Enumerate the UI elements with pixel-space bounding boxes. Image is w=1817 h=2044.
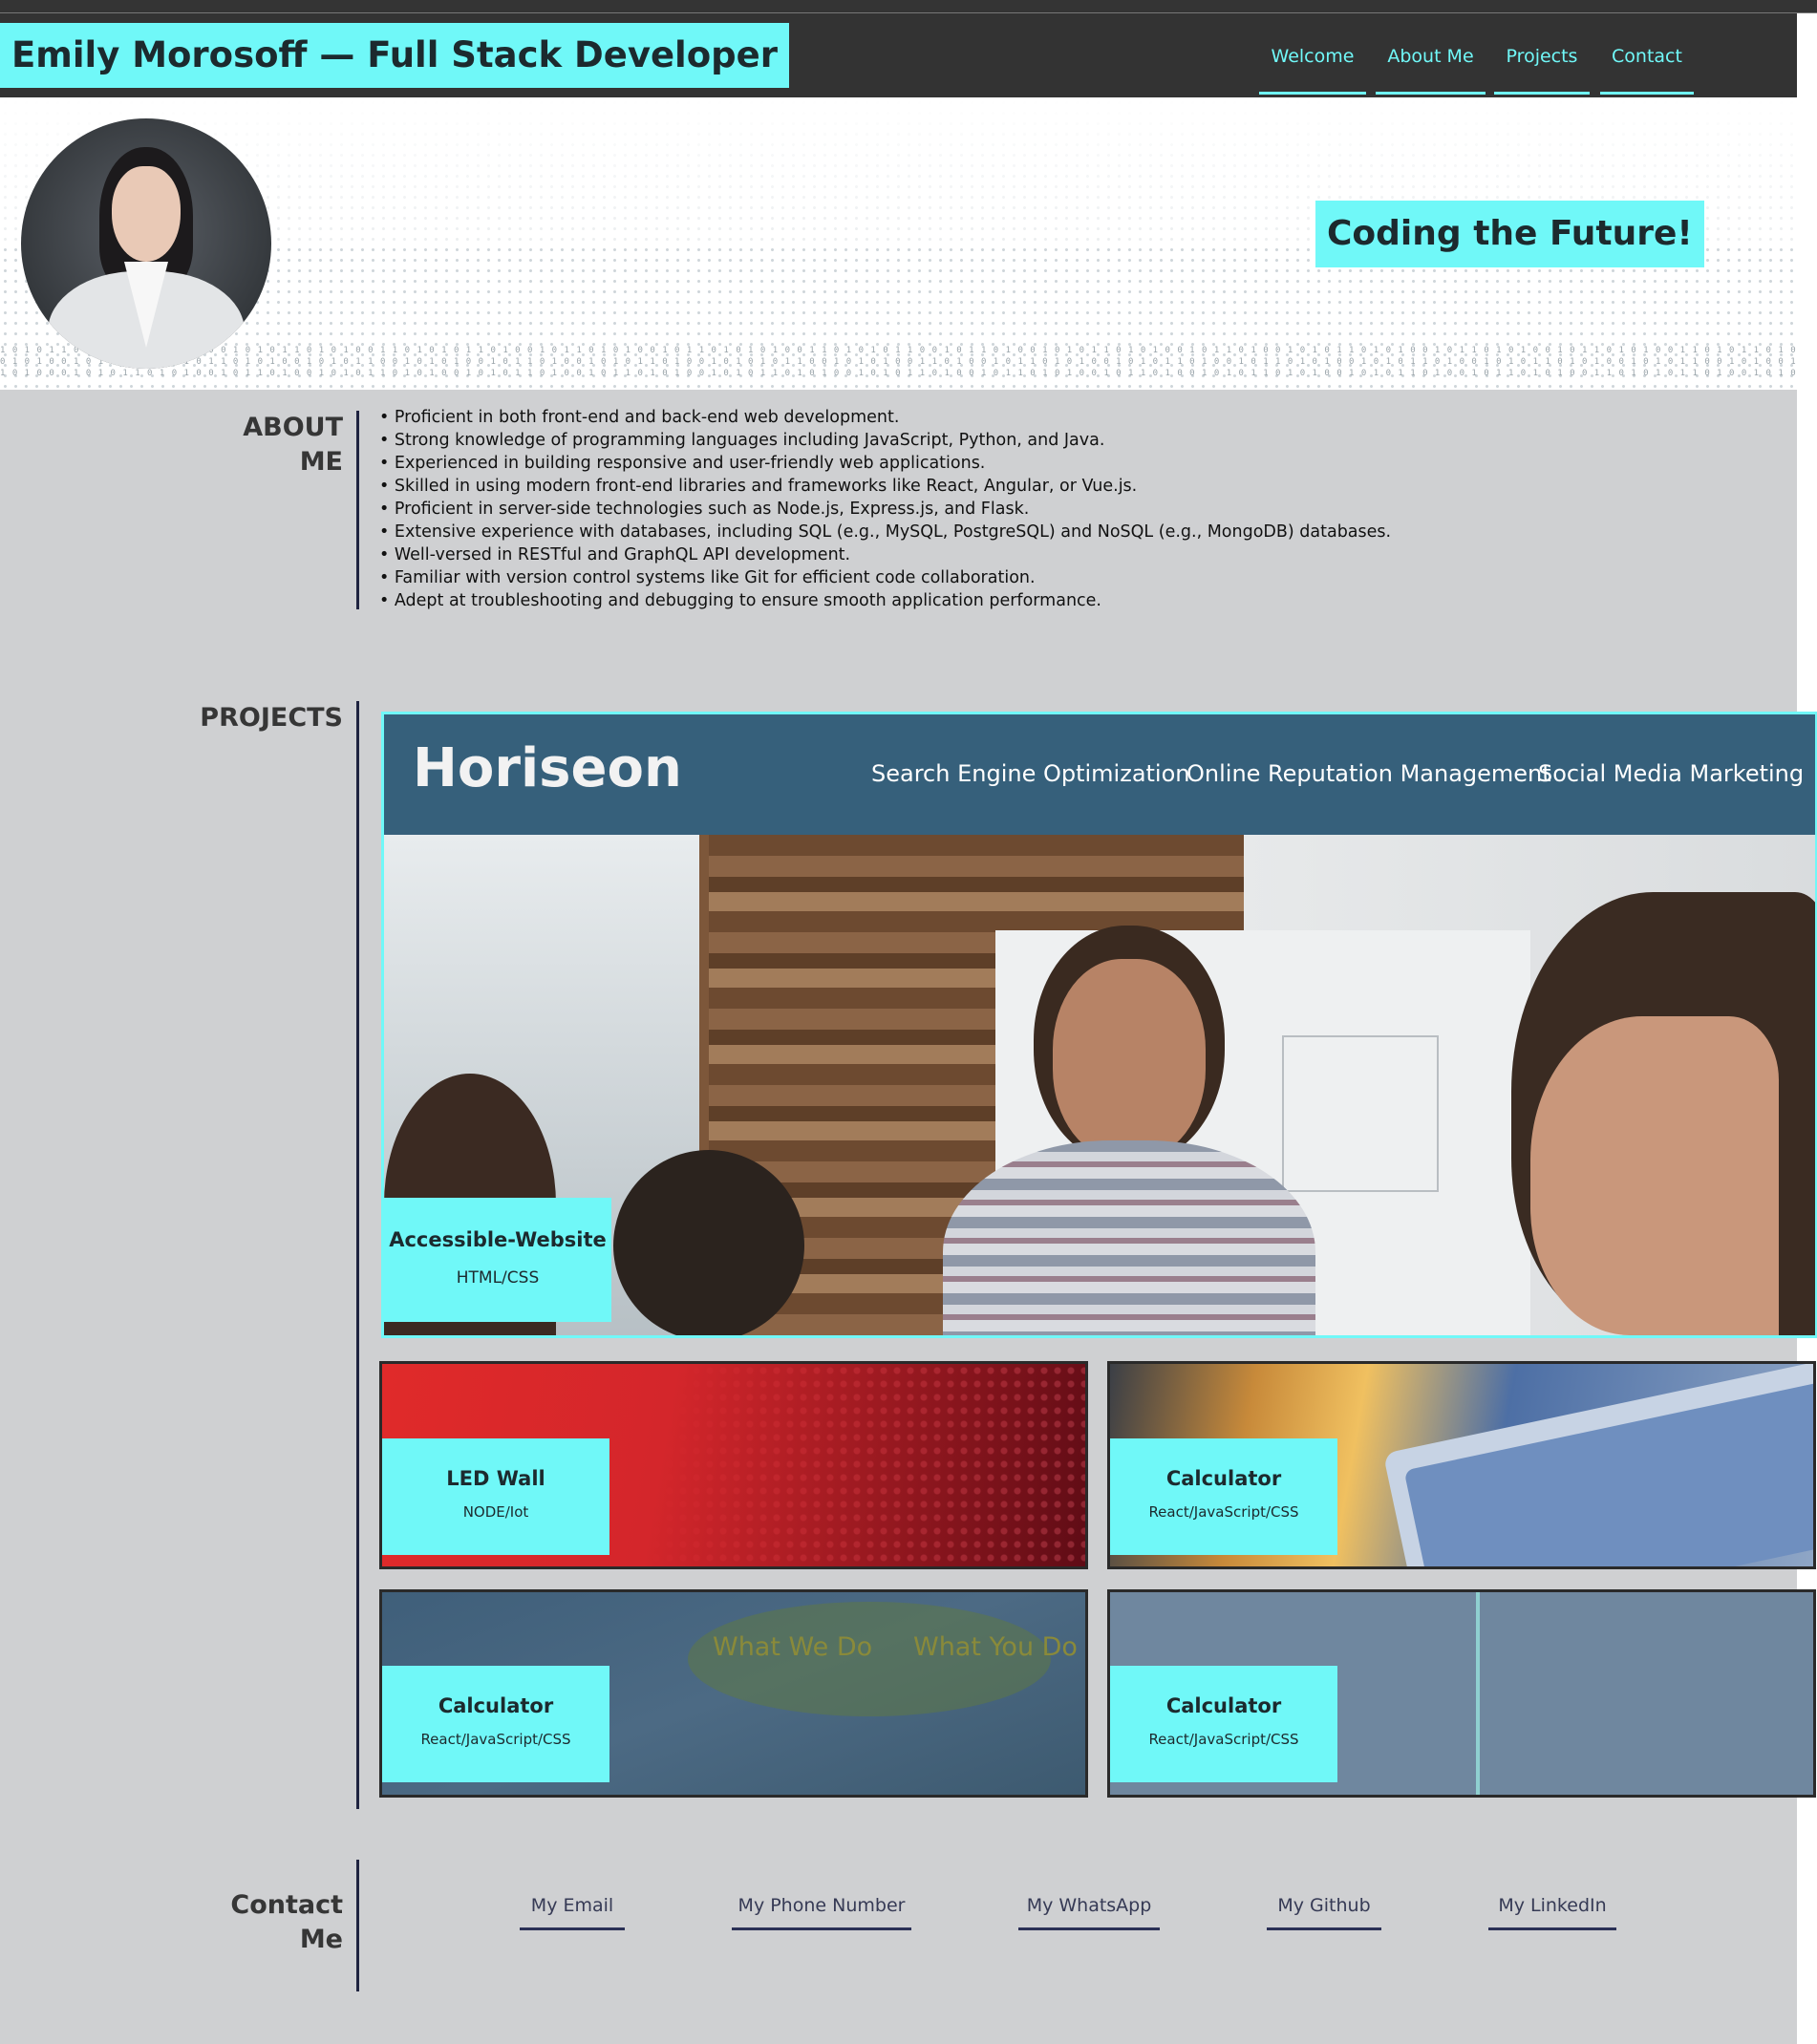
list-item: Proficient in both front-end and back-en…	[379, 406, 1391, 429]
project-card-label: Calculator React/JavaScript/CSS	[382, 1666, 609, 1782]
window-top-bar	[0, 0, 1817, 13]
list-item: Strong knowledge of programming language…	[379, 429, 1391, 452]
project-tech: React/JavaScript/CSS	[420, 1731, 571, 1748]
project-tech: NODE/Iot	[462, 1503, 529, 1521]
project-tech: React/JavaScript/CSS	[1148, 1731, 1299, 1748]
list-item: Well-versed in RESTful and GraphQL API d…	[379, 543, 1391, 566]
list-item: Adept at troubleshooting and debugging t…	[379, 589, 1391, 612]
binary-pattern-line: 1 0 1 0 1 1 0 1 0 0 1 0 1 1 1 0 1 0 0 1 …	[0, 346, 1797, 355]
horiseon-nav-item: Online Reputation Management	[1186, 760, 1551, 787]
project-thumbnail[interactable]: What We Do What You Do Calculator React/…	[379, 1589, 1088, 1798]
project-name: LED Wall	[446, 1467, 545, 1490]
projects-heading: PROJECTS	[200, 703, 343, 733]
horiseon-screenshot-header: Horiseon Search Engine Optimization Onli…	[384, 714, 1815, 835]
list-item: Skilled in using modern front-end librar…	[379, 475, 1391, 498]
horiseon-logo: Horiseon	[413, 737, 682, 799]
profile-photo	[21, 118, 271, 369]
about-heading: ABOUT ME	[243, 413, 343, 477]
list-item: Extensive experience with databases, inc…	[379, 521, 1391, 543]
list-item: Familiar with version control systems li…	[379, 566, 1391, 589]
list-item: Proficient in server-side technologies s…	[379, 498, 1391, 521]
contact-phone-link[interactable]: My Phone Number	[732, 1889, 911, 1930]
featured-project[interactable]: Horiseon Search Engine Optimization Onli…	[381, 712, 1817, 1338]
projects-divider	[356, 701, 359, 1809]
project-name: Calculator	[1165, 1694, 1282, 1717]
project-thumbnail[interactable]: LED Wall NODE/Iot	[379, 1361, 1088, 1569]
project-card-label: Calculator React/JavaScript/CSS	[1110, 1666, 1337, 1782]
nav-about-me[interactable]: About Me	[1376, 44, 1486, 95]
project-thumbnail[interactable]: Calculator React/JavaScript/CSS	[1107, 1589, 1816, 1798]
contact-whatsapp-link[interactable]: My WhatsApp	[1018, 1889, 1160, 1930]
project-card-label: Accessible-Website HTML/CSS	[384, 1198, 611, 1322]
project-card-label: Calculator React/JavaScript/CSS	[1110, 1438, 1337, 1555]
horiseon-nav-item: Social Media Marketing	[1538, 760, 1805, 787]
horiseon-nav-item: Search Engine Optimization	[871, 760, 1190, 787]
about-list: Proficient in both front-end and back-en…	[379, 406, 1391, 612]
project-name: Calculator	[438, 1694, 554, 1717]
main-content: ABOUT ME Proficient in both front-end an…	[0, 390, 1817, 2044]
project-tech: React/JavaScript/CSS	[1148, 1503, 1299, 1521]
nav-contact[interactable]: Contact	[1600, 44, 1694, 95]
project-thumbnail[interactable]: Calculator React/JavaScript/CSS	[1107, 1361, 1816, 1569]
project-name: Calculator	[1165, 1467, 1282, 1490]
contact-heading: Contact Me	[230, 1890, 343, 1954]
project-tech: HTML/CSS	[456, 1268, 540, 1288]
screenshot-text: What You Do	[913, 1632, 1078, 1662]
binary-pattern-line: 1 0 1 0 0 0 1 0 1 0 1 1 0 1 0 1 0 0 1 0 …	[0, 369, 1797, 378]
site-header: Emily Morosoff — Full Stack Developer We…	[0, 13, 1797, 97]
screenshot-text: What We Do	[713, 1632, 873, 1662]
hero-banner: 1 0 1 0 1 1 0 1 0 0 1 0 1 1 1 0 1 0 0 1 …	[0, 97, 1797, 390]
project-card-label: LED Wall NODE/Iot	[382, 1438, 609, 1555]
about-divider	[356, 411, 359, 609]
contact-linkedin-link[interactable]: My LinkedIn	[1488, 1889, 1616, 1930]
contact-divider	[356, 1860, 359, 1991]
list-item: Experienced in building responsive and u…	[379, 452, 1391, 475]
project-name: Accessible-Website	[389, 1228, 607, 1251]
site-title: Emily Morosoff — Full Stack Developer	[0, 23, 789, 88]
hero-tagline: Coding the Future!	[1315, 201, 1704, 267]
nav-projects[interactable]: Projects	[1494, 44, 1590, 95]
nav-welcome[interactable]: Welcome	[1259, 44, 1366, 95]
binary-pattern-line: 0 1 0 1 0 0 1 0 1 1 0 1 0 0 0 1 0 1 1 0 …	[0, 357, 1797, 367]
contact-github-link[interactable]: My Github	[1267, 1889, 1381, 1930]
contact-email-link[interactable]: My Email	[520, 1889, 625, 1930]
